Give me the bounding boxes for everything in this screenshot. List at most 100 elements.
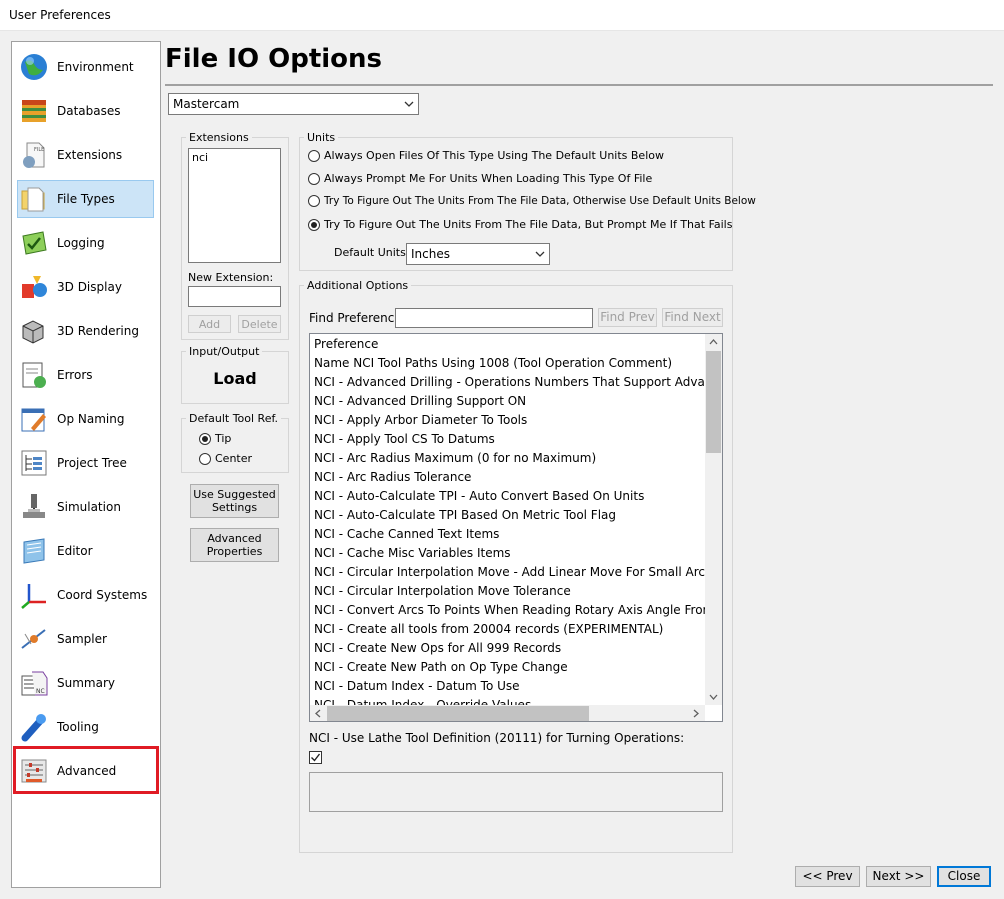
preference-list[interactable]: Preference Name NCI Tool Paths Using 100… (309, 333, 723, 722)
sidebar-item-3d-display[interactable]: 3D Display (17, 268, 154, 306)
units-option-prompt[interactable]: Always Prompt Me For Units When Loading … (308, 172, 652, 185)
sidebar-item-simulation[interactable]: Simulation (17, 488, 154, 526)
list-item[interactable]: NCI - Auto-Calculate TPI - Auto Convert … (314, 487, 706, 506)
scroll-down-icon[interactable] (705, 689, 721, 705)
3d-display-icon (19, 272, 49, 302)
tool-ref-label: Default Tool Ref. (186, 412, 282, 425)
horizontal-scrollbar[interactable] (310, 705, 705, 721)
preference-column-header[interactable]: Preference (314, 335, 706, 354)
list-item[interactable]: NCI - Create New Ops for All 999 Records (314, 639, 706, 658)
find-preference-input[interactable] (395, 308, 593, 328)
scroll-right-icon[interactable] (688, 705, 704, 721)
list-item[interactable]: NCI - Cache Misc Variables Items (314, 544, 706, 563)
sidebar-item-errors[interactable]: Errors (17, 356, 154, 394)
list-item[interactable]: NCI - Arc Radius Tolerance (314, 468, 706, 487)
input-output-label: Input/Output (186, 345, 263, 358)
extensions-label: Extensions (186, 131, 252, 144)
checkmark-icon (311, 753, 321, 762)
sidebar-item-label: Sampler (57, 632, 107, 646)
sidebar-item-extensions[interactable]: FILE Extensions (17, 136, 154, 174)
sidebar-item-label: Simulation (57, 500, 121, 514)
file-type-select[interactable]: Mastercam (168, 93, 419, 115)
sidebar-item-tooling[interactable]: Tooling (17, 708, 154, 746)
close-button[interactable]: Close (937, 866, 991, 887)
file-type-value: Mastercam (173, 97, 240, 111)
radio-label: Always Prompt Me For Units When Loading … (324, 172, 653, 185)
sidebar-item-coord-systems[interactable]: Coord Systems (17, 576, 154, 614)
units-option-detect-prompt[interactable]: Try To Figure Out The Units From The Fil… (308, 218, 732, 231)
default-units-select[interactable]: Inches (406, 243, 550, 265)
sidebar-item-file-types[interactable]: File Types (17, 180, 154, 218)
project-tree-icon (19, 448, 49, 478)
sidebar-item-editor[interactable]: Editor (17, 532, 154, 570)
list-item[interactable]: NCI - Cache Canned Text Items (314, 525, 706, 544)
radio-indicator[interactable] (308, 218, 320, 231)
sidebar-item-label: Databases (57, 104, 121, 118)
sidebar-item-3d-rendering[interactable]: 3D Rendering (17, 312, 154, 350)
units-option-detect-default[interactable]: Try To Figure Out The Units From The Fil… (308, 195, 756, 207)
find-preference-label: Find Preference (309, 311, 402, 325)
sampler-icon (19, 624, 49, 654)
file-extension-icon: FILE (19, 140, 49, 170)
list-item[interactable]: Name NCI Tool Paths Using 1008 (Tool Ope… (314, 354, 706, 373)
list-item[interactable]: nci (189, 149, 280, 166)
sidebar-item-project-tree[interactable]: Project Tree (17, 444, 154, 482)
sidebar-item-databases[interactable]: Databases (17, 92, 154, 130)
list-item[interactable]: NCI - Convert Arcs To Points When Readin… (314, 601, 706, 620)
radio-label: Tip (215, 432, 232, 445)
summary-icon: NC (19, 668, 49, 698)
sidebar-item-label: Summary (57, 676, 115, 690)
new-extension-input[interactable] (188, 286, 281, 307)
list-item[interactable]: NCI - Circular Interpolation Move - Add … (314, 563, 706, 582)
sidebar-item-label: Tooling (57, 720, 99, 734)
list-item[interactable]: NCI - Apply Arbor Diameter To Tools (314, 411, 706, 430)
find-next-button[interactable]: Find Next (662, 308, 723, 327)
extensions-list[interactable]: nci (188, 148, 281, 263)
sidebar-item-sampler[interactable]: Sampler (17, 620, 154, 658)
units-option-default[interactable]: Always Open Files Of This Type Using The… (308, 149, 664, 162)
radio-indicator[interactable] (199, 432, 211, 445)
sidebar-item-environment[interactable]: Environment (17, 48, 154, 86)
sidebar-item-logging[interactable]: Logging (17, 224, 154, 262)
advanced-properties-button[interactable]: Advanced Properties (190, 528, 279, 562)
scroll-thumb[interactable] (327, 706, 589, 721)
find-prev-button[interactable]: Find Prev (598, 308, 657, 327)
tool-ref-center-radio[interactable]: Center (199, 452, 252, 465)
use-suggested-settings-button[interactable]: Use Suggested Settings (190, 484, 279, 518)
list-item[interactable]: NCI - Advanced Drilling Support ON (314, 392, 706, 411)
selected-preference-checkbox[interactable] (309, 751, 322, 764)
sidebar-item-summary[interactable]: NC Summary (17, 664, 154, 702)
prev-button[interactable]: << Prev (795, 866, 860, 887)
delete-extension-button[interactable]: Delete (238, 315, 281, 333)
vertical-scrollbar[interactable] (705, 334, 722, 705)
simulation-icon (19, 492, 49, 522)
database-icon (19, 96, 49, 126)
list-item[interactable]: NCI - Auto-Calculate TPI Based On Metric… (314, 506, 706, 525)
scroll-up-icon[interactable] (705, 334, 721, 350)
list-item[interactable]: NCI - Datum Index - Override Values (314, 696, 706, 705)
radio-indicator[interactable] (308, 149, 320, 162)
sidebar-item-op-naming[interactable]: Op Naming (17, 400, 154, 438)
radio-indicator[interactable] (199, 452, 211, 465)
radio-indicator[interactable] (308, 195, 320, 207)
list-item[interactable]: NCI - Apply Tool CS To Datums (314, 430, 706, 449)
list-item[interactable]: NCI - Advanced Drilling - Operations Num… (314, 373, 706, 392)
sidebar-item-label: 3D Rendering (57, 324, 139, 338)
highlight-annotation (13, 746, 159, 794)
list-item[interactable]: NCI - Create New Path on Op Type Change (314, 658, 706, 677)
logging-icon (19, 228, 49, 258)
scroll-left-icon[interactable] (310, 705, 326, 721)
sidebar-item-label: 3D Display (57, 280, 122, 294)
radio-indicator[interactable] (308, 172, 320, 185)
list-item[interactable]: NCI - Circular Interpolation Move Tolera… (314, 582, 706, 601)
list-item[interactable]: NCI - Datum Index - Datum To Use (314, 677, 706, 696)
list-item[interactable]: NCI - Create all tools from 20004 record… (314, 620, 706, 639)
radio-label: Try To Figure Out The Units From The Fil… (324, 195, 756, 207)
sidebar-item-label: Project Tree (57, 456, 127, 470)
tool-ref-tip-radio[interactable]: Tip (199, 432, 231, 445)
scroll-thumb[interactable] (706, 351, 721, 453)
new-extension-label: New Extension: (188, 271, 274, 284)
list-item[interactable]: NCI - Arc Radius Maximum (0 for no Maxim… (314, 449, 706, 468)
add-extension-button[interactable]: Add (188, 315, 231, 333)
next-button[interactable]: Next >> (866, 866, 931, 887)
